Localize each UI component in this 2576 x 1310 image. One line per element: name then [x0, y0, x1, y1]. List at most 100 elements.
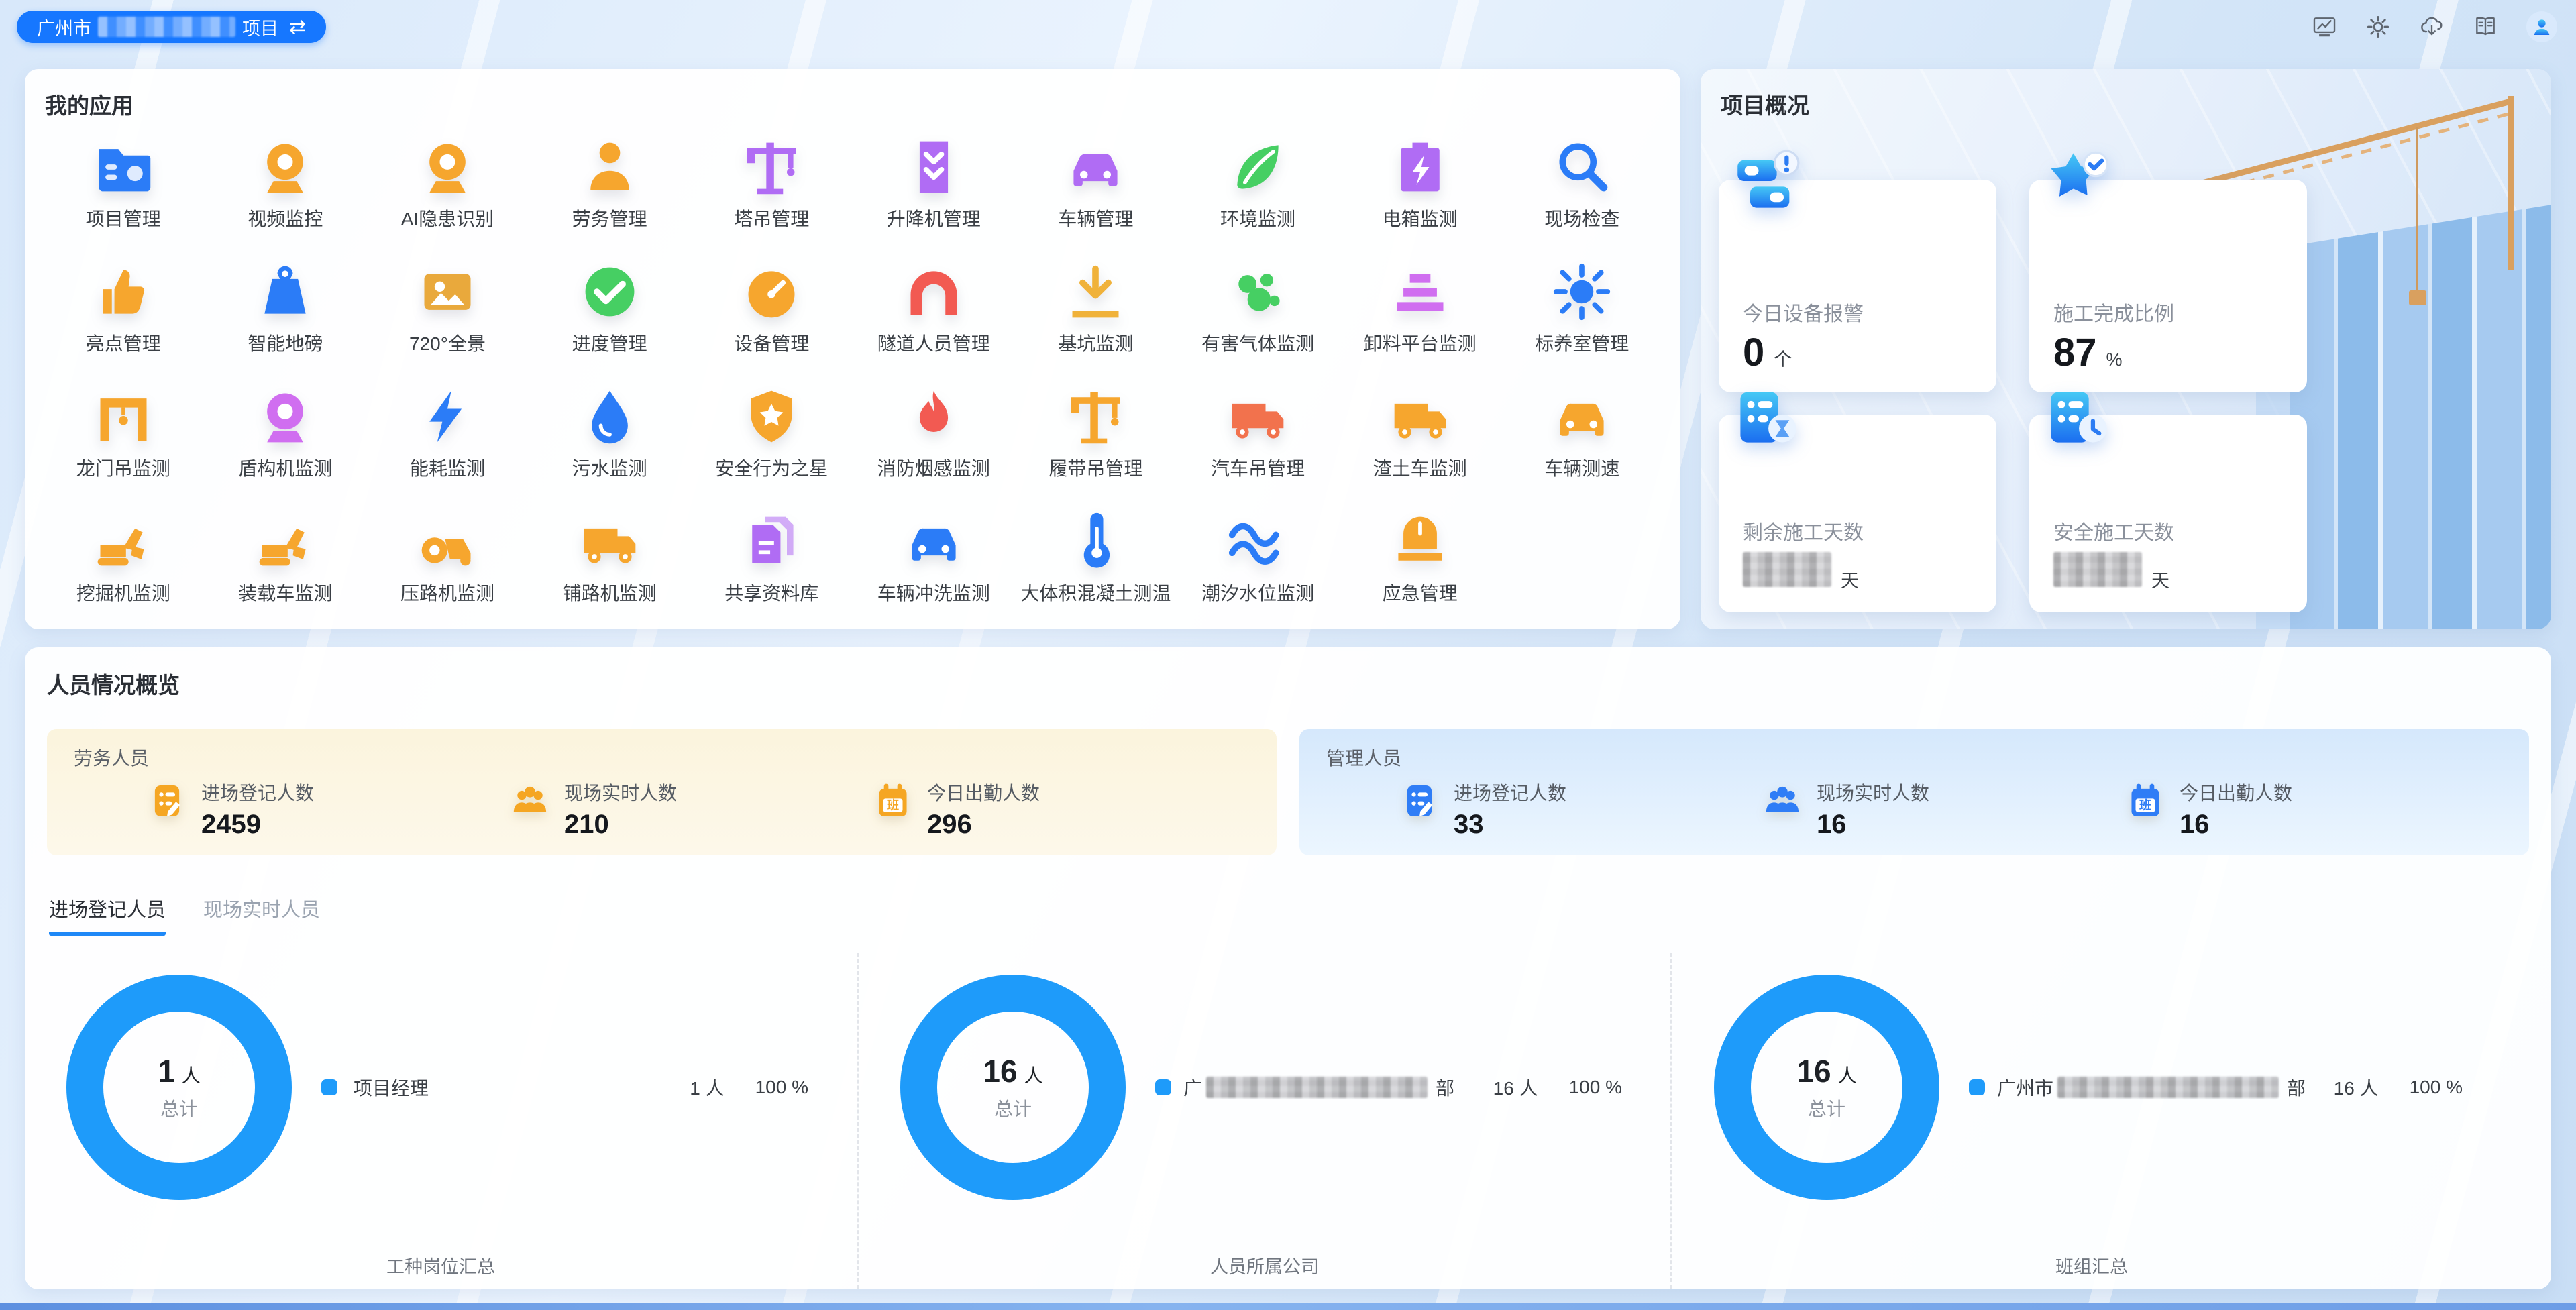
app-label: 设备管理: [734, 329, 809, 356]
app-item[interactable]: 隧道人员管理: [853, 261, 1015, 356]
app-label: 消防烟感监测: [877, 454, 990, 481]
app-item[interactable]: 车辆测速: [1501, 386, 1663, 481]
app-item[interactable]: 车辆冲洗监测: [853, 510, 1015, 606]
app-item[interactable]: 现场检查: [1501, 136, 1663, 231]
app-item[interactable]: 挖掘机监测: [42, 510, 205, 606]
project-switcher-pill[interactable]: 广州市 项目 ⇄: [17, 11, 326, 43]
app-item[interactable]: 设备管理: [690, 261, 853, 356]
management-panel: 管理人员 进场登记人数 33 现场实时人数: [1299, 729, 2529, 855]
app-item[interactable]: 电箱监测: [1339, 136, 1501, 231]
app-item[interactable]: 升降机管理: [853, 136, 1015, 231]
star-icon: [2051, 152, 2107, 197]
app-item[interactable]: 渣土车监测: [1339, 386, 1501, 481]
stat-value: 16: [2180, 810, 2292, 840]
app-item[interactable]: 有害气体监测: [1177, 261, 1339, 356]
app-item[interactable]: 亮点管理: [42, 261, 205, 356]
donut-chart-section: 1 人 总计 项目经理: [25, 953, 857, 1289]
app-item[interactable]: 环境监测: [1177, 136, 1339, 231]
app-item[interactable]: 消防烟感监测: [853, 386, 1015, 481]
manual-book-icon[interactable]: [2473, 14, 2498, 40]
app-label: 压路机监测: [400, 579, 494, 606]
swap-project-icon[interactable]: ⇄: [289, 15, 306, 39]
cloud-download-icon[interactable]: [2419, 14, 2445, 40]
stat-item: 现场实时人数 16: [1763, 779, 2126, 840]
app-item[interactable]: 装载车监测: [205, 510, 367, 606]
app-item[interactable]: 标养室管理: [1501, 261, 1663, 356]
app-item[interactable]: 基坑监测: [1015, 261, 1177, 356]
app-item[interactable]: 铺路机监测: [529, 510, 691, 606]
app-item[interactable]: 盾构机监测: [205, 386, 367, 481]
app-label: 汽车吊管理: [1211, 454, 1305, 481]
drop-icon: [592, 391, 628, 444]
app-label: 能耗监测: [410, 454, 485, 481]
user-avatar[interactable]: [2526, 11, 2557, 42]
app-label: 污水监测: [572, 454, 647, 481]
app-item[interactable]: 潮汐水位监测: [1177, 510, 1339, 606]
app-item[interactable]: 应急管理: [1339, 510, 1501, 606]
app-item[interactable]: 履带吊管理: [1015, 386, 1177, 481]
app-label: 铺路机监测: [563, 579, 657, 606]
app-item[interactable]: AI隐患识别: [366, 136, 529, 231]
app-item[interactable]: 进度管理: [529, 261, 691, 356]
calban-icon: [879, 784, 906, 816]
app-item[interactable]: 卸料平台监测: [1339, 261, 1501, 356]
donut-total-value: 1: [158, 1053, 175, 1089]
monitor-chart-icon[interactable]: [2312, 14, 2337, 40]
stat-label: 进场登记人数: [201, 779, 314, 806]
tile-unit: 天: [1841, 566, 1859, 592]
app-label: 劳务管理: [572, 205, 647, 231]
app-label: 基坑监测: [1058, 329, 1133, 356]
tile-value: 87: [2053, 333, 2097, 372]
platform-icon: [1397, 274, 1443, 311]
tile-unit: 个: [1774, 345, 1792, 371]
donut-chart-section: 16 人 总计 广州市 部: [1670, 953, 2511, 1289]
camera-icon: [268, 144, 304, 193]
app-item[interactable]: 龙门吊监测: [42, 386, 205, 481]
bell-icon: [1398, 517, 1442, 561]
flame-icon: [920, 391, 948, 432]
settings-gear-icon[interactable]: [2365, 14, 2391, 40]
personnel-tab[interactable]: 进场登记人员: [49, 894, 166, 936]
app-item[interactable]: 安全行为之星: [690, 386, 853, 481]
legend-count: 16 人: [1493, 1074, 1538, 1101]
app-item[interactable]: 塔吊管理: [690, 136, 853, 231]
stat-value: 33: [1454, 810, 1566, 840]
personnel-title: 人员情况概览: [47, 667, 2551, 700]
app-item[interactable]: 项目管理: [42, 136, 205, 231]
app-item[interactable]: 视频监控: [205, 136, 367, 231]
truck-icon: [584, 529, 635, 563]
app-item[interactable]: 压路机监测: [366, 510, 529, 606]
stat-label: 今日出勤人数: [2180, 779, 2292, 806]
app-label: 720°全景: [409, 329, 486, 356]
app-item[interactable]: 共享资料库: [690, 510, 853, 606]
stat-item: 进场登记人数 2459: [148, 779, 511, 840]
personnel-tab[interactable]: 现场实时人员: [203, 894, 320, 936]
donut-legend-row[interactable]: 广 部 16 人 100 %: [1126, 1074, 1670, 1101]
labor-panel-title: 劳务人员: [74, 744, 149, 771]
app-item[interactable]: 汽车吊管理: [1177, 386, 1339, 481]
app-item[interactable]: 720°全景: [366, 261, 529, 356]
stat-item: 进场登记人数 33: [1400, 779, 1763, 840]
tile-unit: 天: [2151, 566, 2169, 592]
car-icon: [1560, 404, 1604, 436]
user-avatar-icon: [2530, 15, 2553, 38]
lift-icon: [920, 142, 948, 193]
truck-icon: [1394, 404, 1446, 439]
clock-icon: [2051, 392, 2106, 443]
stat-label: 今日出勤人数: [927, 779, 1040, 806]
app-label: 共享资料库: [724, 579, 818, 606]
sun-icon: [1556, 266, 1608, 318]
wave-icon: [1232, 526, 1276, 561]
app-item[interactable]: 智能地磅: [205, 261, 367, 356]
app-item[interactable]: 能耗监测: [366, 386, 529, 481]
app-item[interactable]: 劳务管理: [529, 136, 691, 231]
gauge-icon: [749, 271, 795, 317]
app-item[interactable]: 污水监测: [529, 386, 691, 481]
donut-legend-row[interactable]: 广州市 部 16 人 100 %: [1939, 1074, 2511, 1101]
app-item[interactable]: 车辆管理: [1015, 136, 1177, 231]
leaf-icon: [1237, 145, 1278, 188]
donut-total-unit: 人: [1838, 1061, 1857, 1088]
app-item[interactable]: 大体积混凝土测温: [1015, 510, 1177, 606]
donut-legend-row[interactable]: 项目经理 1 人 100 %: [292, 1074, 857, 1101]
app-label: 渣土车监测: [1373, 454, 1467, 481]
